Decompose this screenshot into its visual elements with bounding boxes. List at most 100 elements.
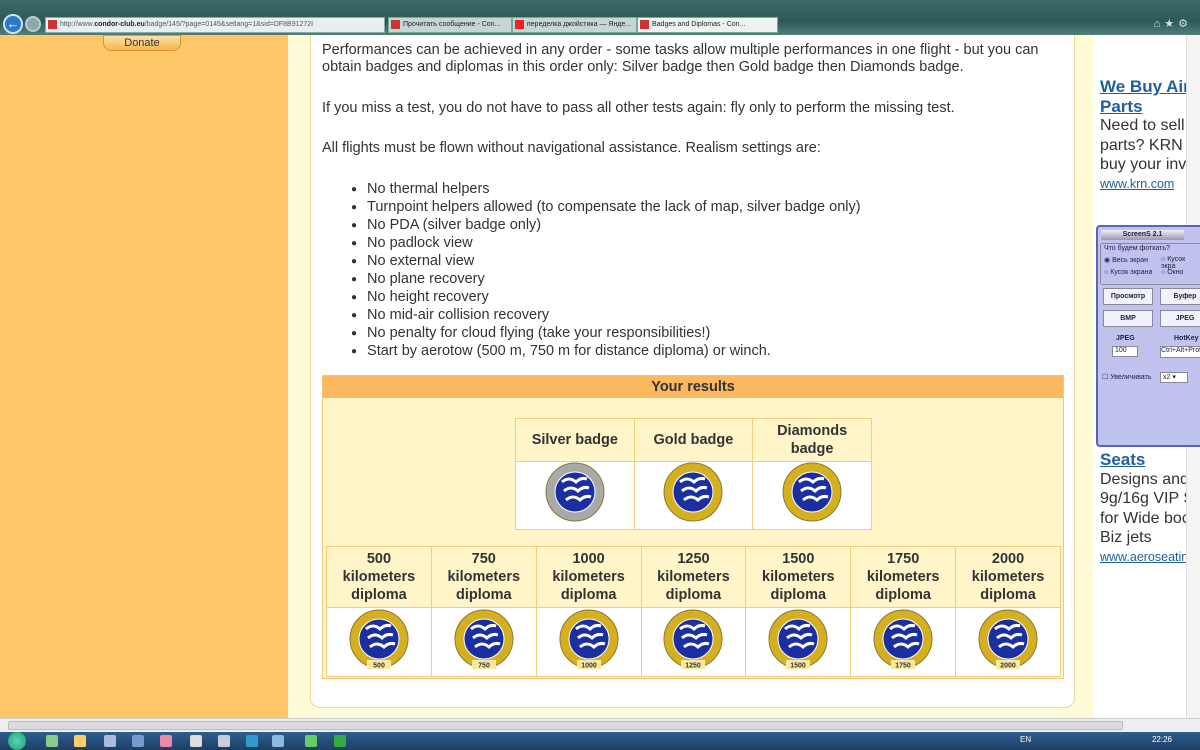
ad-url-link[interactable]: www.krn.com <box>1100 175 1200 195</box>
radio-region[interactable]: ○ Кусок экра <box>1161 256 1200 270</box>
diploma-header: 1000 kilometers diploma <box>535 546 642 608</box>
zoom-select[interactable]: x2 ▾ <box>1160 372 1188 383</box>
ad-text: Need to sell <box>1100 117 1185 134</box>
badge-icon <box>663 462 723 522</box>
intro-paragraph: Performances can be achieved in any orde… <box>322 42 1039 75</box>
app-icon[interactable] <box>190 735 202 747</box>
preview-button[interactable]: Просмотр <box>1103 288 1153 305</box>
radio-window[interactable]: ○ Окно <box>1161 269 1183 276</box>
tab-0[interactable]: Прочитать сообщение - Con... <box>388 17 512 33</box>
badge-header: Silver badge <box>515 418 635 462</box>
ad-text: 9g/16g VIP S <box>1100 490 1194 507</box>
stepper-value: 100 <box>1115 347 1127 354</box>
diploma-cell: 2000 <box>955 607 1061 677</box>
results-panel: Your results Silver badge Gold badge Diamo… <box>322 375 1064 679</box>
jpeg-quality-stepper[interactable]: 100 <box>1112 346 1138 357</box>
buffer-button[interactable]: Буфер <box>1160 288 1200 305</box>
radio-label: Весь экран <box>1112 257 1149 264</box>
start-button[interactable] <box>8 732 26 750</box>
skype-icon[interactable] <box>246 735 258 747</box>
diploma-cell: 750 <box>430 607 537 677</box>
back-button[interactable]: ← <box>3 14 23 34</box>
url-domain: condor-club.eu <box>94 21 145 28</box>
badges-table: Silver badge Gold badge Diamonds badge <box>515 418 872 530</box>
tab-1[interactable]: переделка джойстика — Янде... <box>512 17 637 33</box>
radio-screen-piece[interactable]: ○ Кусок экрана <box>1104 269 1152 276</box>
utorrent-icon[interactable] <box>334 735 346 747</box>
app-icon[interactable] <box>132 735 144 747</box>
radio-full-screen[interactable]: ◉ Весь экран <box>1104 256 1148 264</box>
yandex-icon <box>515 20 524 29</box>
badge-icon: 500 <box>349 609 409 669</box>
badge-header: Gold badge <box>633 418 754 462</box>
ad-url-link[interactable]: www.aeroseatin <box>1100 548 1200 568</box>
diploma-header: 500 kilometers diploma <box>326 546 432 608</box>
svg-text:1250: 1250 <box>686 662 702 669</box>
badge-icon <box>782 462 842 522</box>
realism-paragraph: All flights must be flown without naviga… <box>322 140 821 156</box>
donate-button[interactable]: Donate <box>103 35 181 51</box>
badge-icon: 1250 <box>663 609 723 669</box>
clock[interactable]: 22:26 <box>1152 735 1172 744</box>
badge-icon <box>545 462 605 522</box>
diploma-header: 1750 kilometers diploma <box>850 546 957 608</box>
svg-text:1500: 1500 <box>791 662 807 669</box>
ad-text: Designs and <box>1100 470 1189 488</box>
diploma-cell: 1250 <box>640 607 747 677</box>
address-bar[interactable]: http://www.condor-club.eu/badge/145/?pag… <box>45 17 385 33</box>
diploma-cell: 1750 <box>850 607 957 677</box>
badge-header: Diamonds badge <box>752 418 872 462</box>
rule-item: No padlock view <box>351 235 861 253</box>
radio-label: Окно <box>1167 269 1184 276</box>
app-icon[interactable] <box>160 735 172 747</box>
jpeg-button[interactable]: JPEG <box>1160 310 1200 327</box>
badge-cell <box>752 461 872 530</box>
ad-text: Biz jets <box>1100 529 1152 546</box>
badge-cell <box>515 461 635 530</box>
zoom-checkbox[interactable]: ☐ Увеличивать <box>1102 373 1151 381</box>
app-icon[interactable] <box>46 735 58 747</box>
site-favicon <box>640 20 649 29</box>
tab-label: переделка джойстика — Янде... <box>527 21 632 28</box>
svg-text:750: 750 <box>478 662 490 669</box>
badge-icon: 1000 <box>559 609 619 669</box>
ad-krn: We Buy Air Parts Need to sell parts? KRN … <box>1100 77 1200 194</box>
app-icon[interactable] <box>74 735 86 747</box>
rule-item: No PDA (silver badge only) <box>351 217 861 235</box>
diploma-header: 1250 kilometers diploma <box>640 546 747 608</box>
forward-button[interactable] <box>25 16 41 32</box>
main-content: Performances can be achieved in any orde… <box>310 35 1075 708</box>
hotkey-field[interactable]: Ctrl+Alt+Prot <box>1160 346 1200 358</box>
tab-2[interactable]: Badges and Diplomas - Con... <box>637 17 778 33</box>
app-icon[interactable] <box>305 735 317 747</box>
ad-title-link[interactable]: We Buy Air Parts <box>1100 77 1200 116</box>
scrollbar-thumb[interactable] <box>8 721 1123 730</box>
language-indicator[interactable]: EN <box>1020 735 1031 744</box>
site-favicon <box>391 20 400 29</box>
home-star-gear-icons[interactable]: ⌂★⚙ <box>1154 17 1192 30</box>
rule-item: No penalty for cloud flying (take your r… <box>351 325 861 343</box>
ad-seats: Seats Designs and 9g/16g VIP S for Wide … <box>1100 450 1200 567</box>
tab-label: Badges and Diplomas - Con... <box>652 21 746 28</box>
rule-item: No height recovery <box>351 289 861 307</box>
app-icon[interactable] <box>104 735 116 747</box>
ad-text: for Wide boc <box>1100 509 1190 527</box>
diploma-cell: 500 <box>326 607 432 677</box>
horizontal-scrollbar[interactable] <box>0 718 1200 732</box>
jpeg-quality-label: JPEG <box>1116 335 1135 342</box>
ie-icon[interactable] <box>272 735 284 747</box>
bmp-button[interactable]: BMP <box>1103 310 1153 327</box>
realism-list: No thermal helpersTurnpoint helpers allo… <box>351 181 861 361</box>
badge-icon: 750 <box>454 609 514 669</box>
rule-item: Turnpoint helpers allowed (to compensate… <box>351 199 861 217</box>
tab-label: Прочитать сообщение - Con... <box>403 21 501 28</box>
group-label: Что будем фоткать? <box>1104 245 1170 252</box>
svg-text:500: 500 <box>373 662 385 669</box>
app-icon[interactable] <box>218 735 230 747</box>
ad-title-link[interactable]: Seats <box>1100 450 1200 470</box>
diplomas-table: 500 kilometers diploma 750 kilometers dip… <box>326 546 1061 677</box>
browser-toolbar: ← http://www.condor-club.eu/badge/145/?p… <box>0 0 1200 35</box>
rule-item: No external view <box>351 253 861 271</box>
results-title: Your results <box>323 376 1063 398</box>
badge-icon: 2000 <box>978 609 1038 669</box>
